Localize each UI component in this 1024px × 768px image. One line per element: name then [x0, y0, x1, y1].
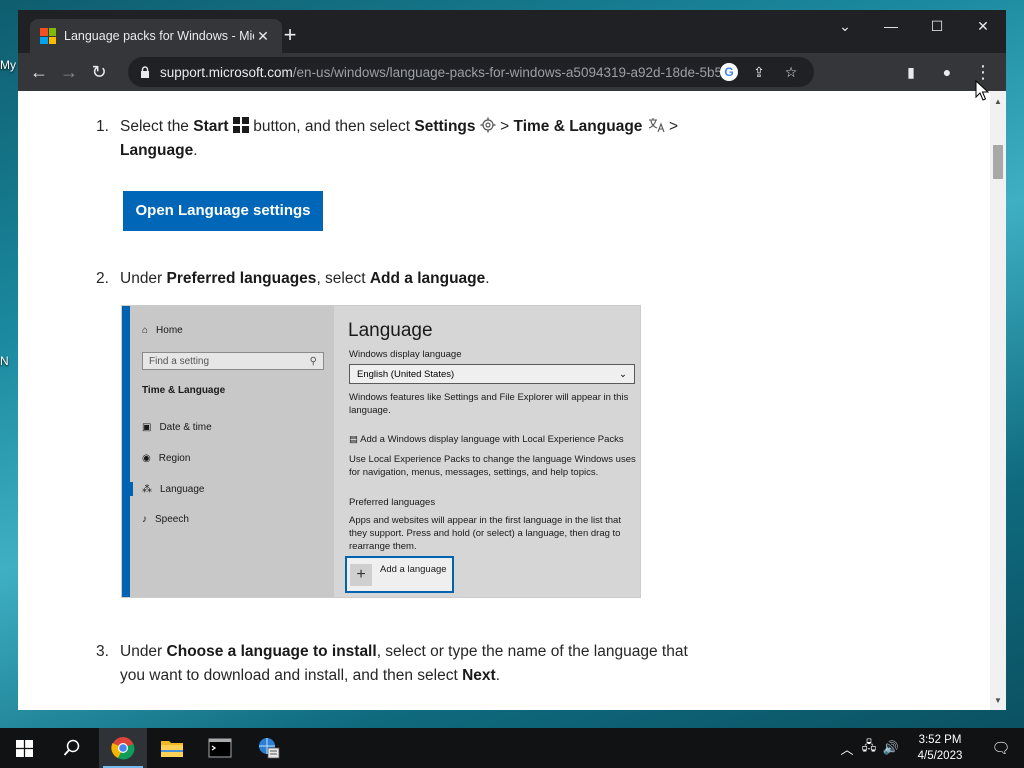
- settings-nav-home: ⌂ Home: [142, 325, 183, 336]
- chevron-down-icon: ⌄: [619, 368, 627, 380]
- side-panel-icon[interactable]: ▮: [896, 57, 926, 87]
- folder-icon: [161, 741, 183, 757]
- forward-button[interactable]: →: [54, 57, 84, 87]
- settings-language-pane: Language Windows display language Englis…: [334, 306, 640, 597]
- selection-marker: [130, 482, 133, 496]
- settings-section-title: Time & Language: [142, 385, 226, 396]
- scrollbar-thumb[interactable]: [993, 145, 1003, 179]
- system-tray: ︿ 🖧 🔊 3:52 PM 4/5/2023 🗨: [836, 728, 1024, 768]
- chrome-icon: [111, 737, 135, 760]
- mouse-cursor-icon: [975, 80, 989, 101]
- lock-icon: [141, 66, 149, 78]
- scroll-down-arrow-icon[interactable]: ▼: [990, 692, 1006, 708]
- page-scrollbar[interactable]: ▲ ▼: [990, 91, 1006, 710]
- share-icon[interactable]: ⇪: [748, 61, 770, 83]
- step-2: 2. Under Preferred languages, select Add…: [96, 270, 490, 287]
- web-page: 1. Select the Start button, and then sel…: [18, 91, 1006, 710]
- volume-icon[interactable]: 🔊: [880, 740, 902, 756]
- desktop-icon-label: N: [0, 354, 9, 368]
- language-heading: Language: [348, 320, 433, 341]
- step-3: 3. Under Choose a language to install, s…: [96, 643, 688, 684]
- display-language-select: English (United States) ⌄: [349, 364, 635, 384]
- taskbar-chrome[interactable]: [99, 728, 147, 768]
- lxp-link: ▤ Add a Windows display language with Lo…: [349, 434, 624, 445]
- tab-close-icon[interactable]: ✕: [254, 28, 272, 45]
- notifications-icon[interactable]: 🗨: [978, 739, 1024, 757]
- minimize-button[interactable]: —: [868, 10, 914, 42]
- search-icon: ⚲: [309, 355, 317, 367]
- settings-gear-icon: [480, 117, 496, 133]
- network-globe-icon: [259, 738, 280, 759]
- tab-title: Language packs for Windows - Microsoft S…: [64, 29, 254, 43]
- language-icon: ⁂: [142, 484, 152, 495]
- windows-start-icon: [232, 117, 249, 133]
- browser-window: Language packs for Windows - Microsoft S…: [18, 10, 1006, 710]
- microphone-icon: ♪: [142, 514, 147, 525]
- network-icon[interactable]: 🖧: [858, 737, 880, 759]
- settings-nav-date-time: ▣ Date & time: [142, 422, 212, 433]
- start-button[interactable]: [0, 728, 48, 768]
- tab-search-icon[interactable]: ⌄: [822, 10, 868, 42]
- url-text: support.microsoft.com/en-us/windows/lang…: [160, 64, 720, 80]
- taskbar-network-app[interactable]: [245, 728, 293, 768]
- settings-nav-speech: ♪ Speech: [142, 514, 189, 525]
- microsoft-logo-icon: [40, 28, 56, 44]
- settings-nav-language: ⁂ Language: [142, 484, 205, 495]
- maximize-button[interactable]: ☐: [914, 10, 960, 42]
- new-tab-button[interactable]: +: [276, 21, 304, 49]
- reload-button[interactable]: ↻: [84, 57, 114, 87]
- address-bar[interactable]: support.microsoft.com/en-us/windows/lang…: [128, 57, 814, 87]
- back-button[interactable]: ←: [24, 57, 54, 87]
- globe-icon: ◉: [142, 453, 151, 464]
- plus-icon: +: [350, 563, 372, 586]
- taskbar-terminal[interactable]: [196, 728, 244, 768]
- terminal-icon: [208, 738, 232, 758]
- title-bar: Language packs for Windows - Microsoft S…: [18, 10, 1006, 53]
- windows-logo-icon: [15, 739, 33, 757]
- time-language-icon: [648, 118, 665, 133]
- browser-toolbar: ← → ↻ support.microsoft.com/en-us/window…: [18, 53, 1006, 91]
- close-window-button[interactable]: ✕: [960, 10, 1006, 42]
- open-language-settings-button[interactable]: Open Language settings: [123, 191, 323, 231]
- settings-nav-region: ◉ Region: [142, 453, 191, 464]
- home-icon: ⌂: [142, 325, 149, 336]
- scroll-up-arrow-icon[interactable]: ▲: [990, 93, 1006, 109]
- google-lens-icon[interactable]: G: [720, 63, 738, 81]
- desktop-icon-label: My: [0, 58, 16, 72]
- settings-screenshot: ⌂ Home Find a setting ⚲ Time & Language ▣…: [121, 305, 641, 598]
- show-hidden-icons-chevron-icon[interactable]: ︿: [836, 739, 858, 758]
- calendar-icon: ▣: [142, 422, 152, 433]
- tab-language-packs[interactable]: Language packs for Windows - Microsoft S…: [30, 19, 282, 53]
- store-bag-icon: ▤: [349, 434, 358, 445]
- taskbar-file-explorer[interactable]: [148, 728, 196, 768]
- windows-taskbar: ︿ 🖧 🔊 3:52 PM 4/5/2023 🗨: [0, 728, 1024, 768]
- step-1: 1. Select the Start button, and then sel…: [96, 117, 679, 159]
- find-setting-input: Find a setting ⚲: [142, 352, 324, 370]
- clock[interactable]: 3:52 PM 4/5/2023: [902, 732, 978, 764]
- search-button[interactable]: [48, 728, 96, 768]
- add-language-button-image: + Add a language: [345, 556, 454, 593]
- profile-icon[interactable]: ●: [932, 57, 962, 87]
- settings-nav-pane: ⌂ Home Find a setting ⚲ Time & Language ▣…: [122, 306, 334, 597]
- bookmark-star-icon[interactable]: ☆: [780, 61, 802, 83]
- search-icon: [63, 739, 80, 756]
